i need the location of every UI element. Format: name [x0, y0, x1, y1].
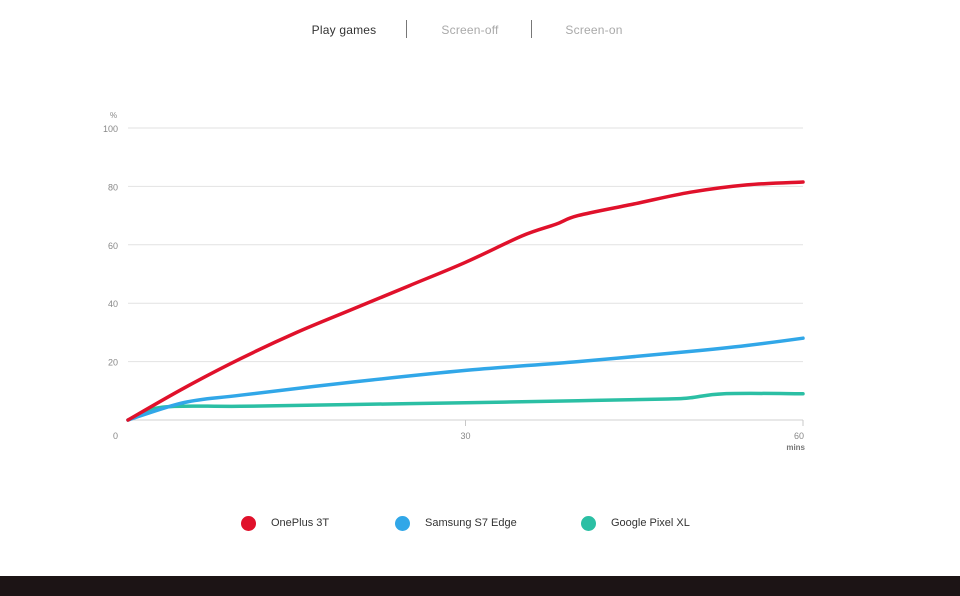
y-tick-label: 20: [108, 358, 118, 368]
battery-drain-chart: 0 20 40 60 80 100% 30 60 mins: [103, 111, 806, 452]
y-tick-label: 100: [103, 124, 118, 134]
legend-dot: [581, 515, 596, 531]
legend-dot: [241, 515, 256, 531]
chart-grid: [128, 127, 803, 363]
legend-item-samsung-s7-edge[interactable]: Samsung S7 Edge: [395, 512, 517, 534]
legend-label: OnePlus 3T: [271, 517, 330, 529]
x-axis-label: mins: [786, 443, 805, 452]
y-axis-label: %: [110, 111, 117, 120]
legend-label: Samsung S7 Edge: [425, 517, 517, 529]
series-line-oneplus-3t: [126, 180, 805, 422]
y-tick-label: 40: [108, 299, 118, 309]
legend-label: Google Pixel XL: [611, 517, 690, 529]
legend-dot: [395, 515, 410, 531]
chart-axes: 0 20 40 60 80 100% 30 60 mins: [103, 111, 806, 452]
chart-legend: OnePlus 3T Samsung S7 Edge Google Pixel …: [0, 512, 960, 534]
x-tick-label: 60: [794, 431, 804, 441]
y-tick-label: 60: [108, 241, 118, 251]
y-tick-label: 80: [108, 182, 118, 192]
legend-item-oneplus-3t[interactable]: OnePlus 3T: [241, 512, 329, 534]
x-tick-label: 30: [460, 431, 470, 441]
legend-item-google-pixel-xl[interactable]: Google Pixel XL: [581, 512, 690, 534]
footer-bar: [0, 576, 960, 596]
chart-series: [126, 180, 805, 422]
y-tick-label: 0: [113, 431, 118, 441]
